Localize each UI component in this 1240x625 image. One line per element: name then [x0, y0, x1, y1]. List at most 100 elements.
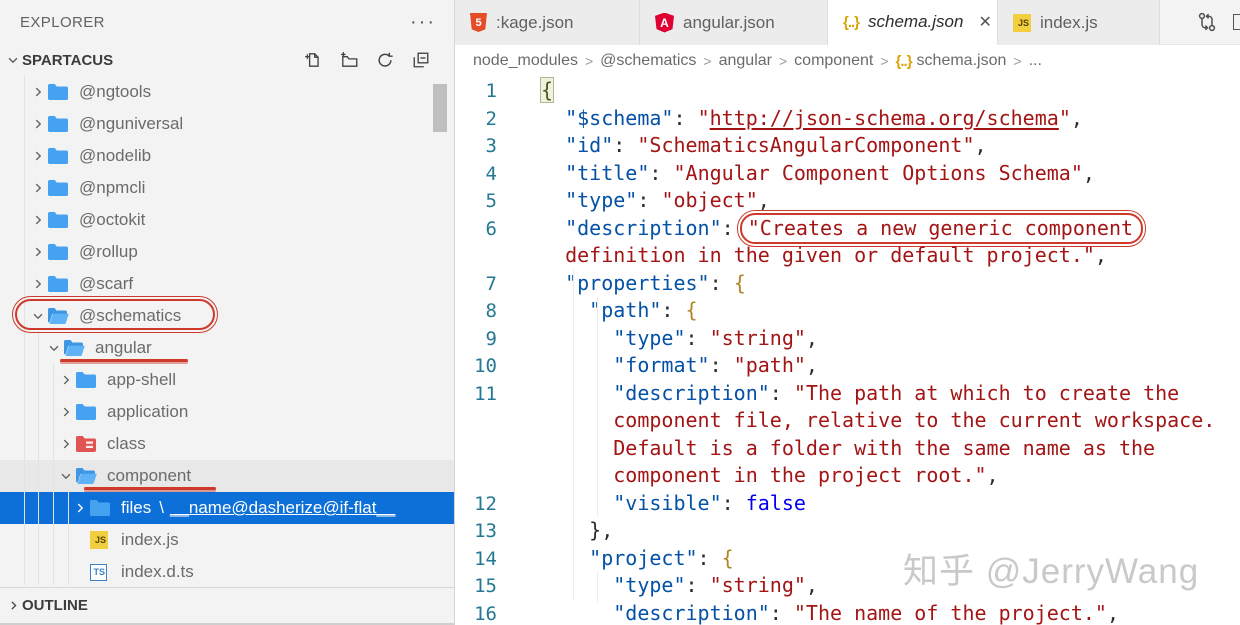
breadcrumb-item-component[interactable]: component	[794, 52, 873, 70]
tab-index.js[interactable]: JSindex.js	[998, 0, 1160, 45]
outline-section-header[interactable]: OUTLINE	[0, 587, 454, 622]
tree-item-@nodelib[interactable]: @nodelib	[0, 140, 454, 172]
tree-item-angular[interactable]: angular	[0, 332, 454, 364]
chevron-down-icon	[44, 341, 64, 355]
close-tab-icon[interactable]: ✕	[972, 12, 997, 32]
breadcrumb-separator: >	[703, 53, 711, 69]
code-line-9: 9 "type": "string",	[455, 325, 1240, 353]
annotation-ring-description: "Creates a new generic component	[740, 213, 1143, 244]
editor-area: 5:kage.jsonAangular.json{..}schema.json✕…	[455, 0, 1240, 625]
refresh-icon	[376, 51, 394, 69]
compare-changes-icon[interactable]	[1195, 10, 1219, 34]
chevron-right-icon	[28, 245, 48, 259]
breadcrumb-item-@schematics[interactable]: @schematics	[600, 52, 696, 70]
tree-item-label: files	[121, 498, 151, 518]
chevron-right-icon	[59, 405, 73, 419]
chevron-right-icon	[56, 373, 76, 387]
code-line-6: 6 "description": "Creates a new generic …	[455, 215, 1240, 243]
explorer-header: EXPLORER ···	[0, 0, 454, 44]
line-number: 2	[455, 106, 505, 134]
tree-item-app-shell[interactable]: app-shell	[0, 364, 454, 396]
chevron-right-icon	[59, 373, 73, 387]
tree-item-label: @schematics	[79, 306, 181, 326]
sidebar-scrollbar-thumb[interactable]	[433, 84, 447, 132]
code-line-wrap: definition in the given or default proje…	[455, 242, 1240, 270]
project-name: SPARTACUS	[22, 52, 113, 69]
code-line-10: 10 "format": "path",	[455, 352, 1240, 380]
line-number: 5	[455, 188, 505, 216]
folder-open-icon	[48, 308, 69, 324]
breadcrumb-item-node_modules[interactable]: node_modules	[473, 52, 578, 70]
tree-item-component[interactable]: component	[0, 460, 454, 492]
chevron-right-icon	[56, 405, 76, 419]
code-editor[interactable]: 1{2 "$schema": "http://json-schema.org/s…	[455, 77, 1240, 625]
tree-item-@npmcli[interactable]: @npmcli	[0, 172, 454, 204]
tree-item-@schematics[interactable]: @schematics	[0, 300, 454, 332]
chevron-right-icon	[31, 85, 45, 99]
tab-kage.json[interactable]: 5:kage.json	[455, 0, 640, 45]
breadcrumb-separator: >	[585, 53, 593, 69]
tab-schema.json[interactable]: {..}schema.json✕	[828, 0, 998, 45]
tree-item-label: @nguniversal	[79, 114, 183, 134]
chevron-right-icon	[31, 117, 45, 131]
tree-item-label: @npmcli	[79, 178, 145, 198]
tree-item-label: @rollup	[79, 242, 138, 262]
tree-item-label: component	[107, 466, 191, 486]
folder-icon	[48, 148, 68, 164]
tree-item-@ngtools[interactable]: @ngtools	[0, 76, 454, 108]
breadcrumb-item-...[interactable]: ...	[1029, 52, 1042, 70]
chevron-right-icon	[31, 149, 45, 163]
tree-item-@nguniversal[interactable]: @nguniversal	[0, 108, 454, 140]
folder-icon	[48, 84, 68, 100]
code-line-wrap: component file, relative to the current …	[455, 407, 1240, 435]
split-editor-icon[interactable]	[1233, 14, 1240, 30]
js-icon: JS	[90, 531, 108, 549]
tab-bar: 5:kage.jsonAangular.json{..}schema.json✕…	[455, 0, 1240, 45]
tab-angular.json[interactable]: Aangular.json	[640, 0, 828, 45]
breadcrumb-item-angular[interactable]: angular	[719, 52, 772, 70]
refresh-button[interactable]	[374, 49, 396, 71]
chevron-right-icon	[31, 245, 45, 259]
chevron-right-icon	[28, 149, 48, 163]
chevron-right-icon	[28, 117, 48, 131]
chevron-right-icon	[31, 277, 45, 291]
project-section-header[interactable]: SPARTACUS	[0, 44, 454, 76]
line-number: 9	[455, 326, 505, 354]
more-actions-icon[interactable]: ···	[410, 17, 436, 27]
tree-item-index.d.ts[interactable]: TSindex.d.ts	[0, 556, 454, 588]
line-number: 15	[455, 573, 505, 601]
folder-icon	[48, 212, 68, 228]
breadcrumb-label: @schematics	[600, 52, 696, 70]
line-number: 7	[455, 271, 505, 299]
tree-item-@rollup[interactable]: @rollup	[0, 236, 454, 268]
json-icon: {..}	[896, 53, 912, 70]
chevron-right-icon	[28, 213, 48, 227]
new-file-button[interactable]	[302, 49, 324, 71]
breadcrumb-item-schema.json[interactable]: {..}schema.json	[896, 52, 1007, 70]
code-line-2: 2 "$schema": "http://json-schema.org/sch…	[455, 105, 1240, 133]
tree-item-class[interactable]: class	[0, 428, 454, 460]
tree-item-label: @octokit	[79, 210, 145, 230]
tree-item-files[interactable]: files\__name@dasherize@if-flat__	[0, 492, 454, 524]
breadcrumb: node_modules>@schematics>angular>compone…	[455, 45, 1240, 77]
chevron-down-icon	[59, 469, 73, 483]
chevron-right-icon	[28, 181, 48, 195]
chevron-right-icon	[28, 277, 48, 291]
new-file-icon	[304, 51, 322, 69]
chevron-down-icon	[31, 309, 45, 323]
tree-item-application[interactable]: application	[0, 396, 454, 428]
chevron-right-icon	[73, 501, 87, 515]
tree-item-@scarf[interactable]: @scarf	[0, 268, 454, 300]
outline-label: OUTLINE	[22, 597, 88, 614]
new-folder-button[interactable]	[338, 49, 360, 71]
collapse-all-button[interactable]	[410, 49, 432, 71]
line-number: 4	[455, 161, 505, 189]
tree-item-index.js[interactable]: JSindex.js	[0, 524, 454, 556]
tree-item-@octokit[interactable]: @octokit	[0, 204, 454, 236]
tree-item-label: @scarf	[79, 274, 133, 294]
explorer-sidebar: EXPLORER ··· SPARTACUS @ngtools @nguniver…	[0, 0, 455, 625]
chevron-right-icon	[28, 85, 48, 99]
code-line-16: 16 "description": "The name of the proje…	[455, 600, 1240, 625]
tree-item-label: @ngtools	[79, 82, 151, 102]
line-number: 14	[455, 546, 505, 574]
